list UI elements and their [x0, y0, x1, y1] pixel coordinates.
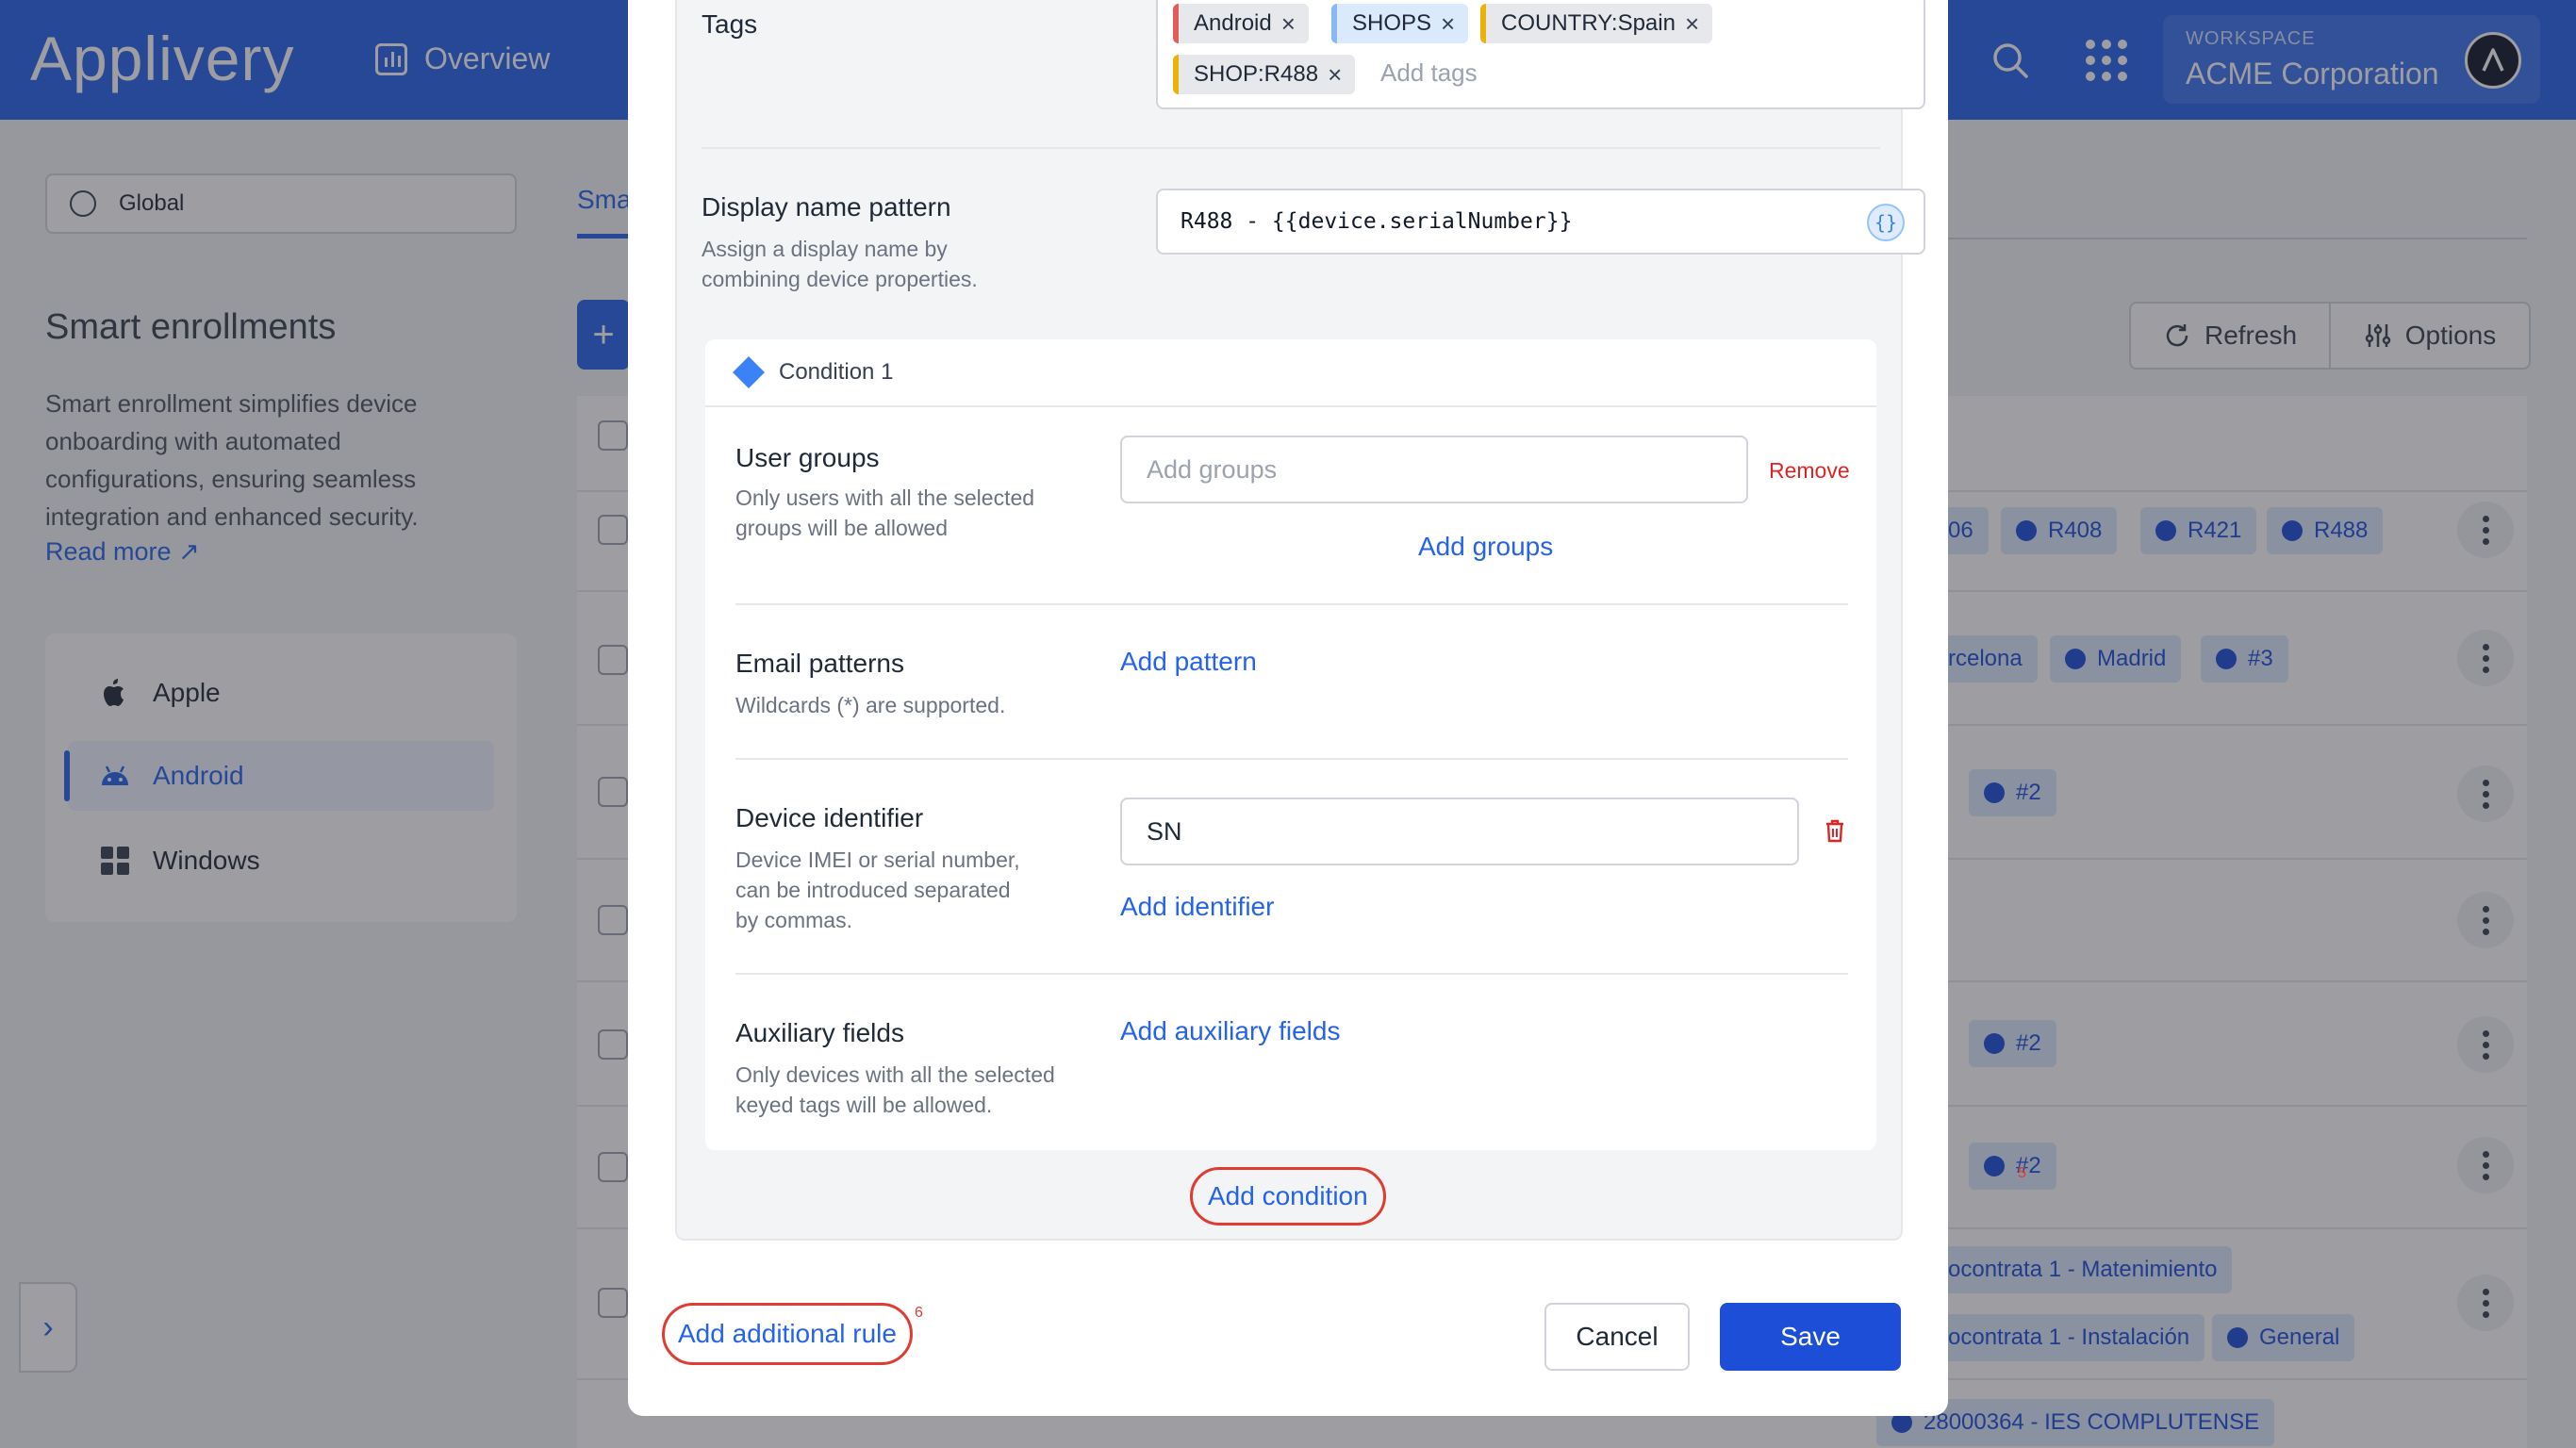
email-patterns-label: Email patterns	[735, 649, 904, 678]
tags-label: Tags	[702, 9, 758, 39]
trash-icon[interactable]	[1824, 818, 1846, 843]
add-auxiliary-fields-button[interactable]: Add auxiliary fields	[1120, 1016, 1340, 1046]
user-groups-placeholder: Add groups	[1147, 454, 1278, 484]
enrollment-rule-modal: Tags Android × SHOPS × COUNTRY:Spain × SHOP…	[628, 0, 2026, 1416]
device-identifier-value: SN	[1147, 816, 1182, 846]
device-identifier-help: Device IMEI or serial number, can be int…	[735, 847, 1020, 932]
email-patterns-help: Wildcards (*) are supported.	[735, 693, 1006, 717]
condition-card: Condition 1 User groups Only users with …	[705, 339, 1876, 1150]
step-badge: 5	[2018, 1165, 2026, 1181]
tags-placeholder[interactable]: Add tags	[1380, 58, 1478, 88]
add-pattern-button[interactable]: Add pattern	[1120, 647, 1257, 677]
user-groups-label: User groups	[735, 443, 880, 472]
close-icon[interactable]: ×	[1685, 9, 1699, 39]
divider	[735, 603, 1848, 605]
tag-label: COUNTRY:Spain	[1501, 10, 1676, 36]
user-groups-help: Only users with all the selected groups …	[735, 485, 1035, 540]
braces-icon: {}	[1874, 211, 1898, 234]
close-icon[interactable]: ×	[1441, 9, 1455, 39]
variables-button[interactable]: {}	[1867, 204, 1905, 241]
display-name-value: R488 - {{device.serialNumber}}	[1181, 209, 1573, 234]
user-groups-input[interactable]: Add groups	[1120, 436, 1748, 503]
close-icon[interactable]: ×	[1328, 60, 1342, 90]
tag-chip: SHOP:R488 ×	[1173, 55, 1356, 94]
tag-label: Android	[1194, 10, 1272, 36]
rule-section: Tags Android × SHOPS × COUNTRY:Spain × SHOP…	[675, 0, 2026, 1241]
divider	[702, 147, 1880, 149]
add-condition-button[interactable]: Add condition	[1190, 1167, 1386, 1226]
divider	[735, 973, 1848, 975]
diamond-icon	[733, 356, 765, 388]
add-groups-button[interactable]: Add groups	[1418, 532, 1553, 562]
tags-input[interactable]: Android × SHOPS × COUNTRY:Spain × SHOP:R488…	[1156, 0, 1925, 109]
tag-chip: COUNTRY:Spain ×	[1480, 4, 1713, 43]
device-identifier-input[interactable]: SN	[1120, 798, 1799, 865]
tag-chip: SHOPS ×	[1331, 4, 1469, 43]
tag-label: SHOP:R488	[1194, 61, 1319, 87]
divider	[735, 758, 1848, 760]
tag-chip: Android ×	[1173, 4, 1309, 43]
step-badge: 6	[915, 1305, 923, 1321]
device-identifier-label: Device identifier	[735, 803, 924, 832]
condition-title: Condition 1	[779, 359, 894, 385]
auxiliary-fields-label: Auxiliary fields	[735, 1018, 904, 1047]
display-name-help: Assign a display name by combining devic…	[702, 237, 978, 291]
cancel-button[interactable]: Cancel	[1544, 1303, 1690, 1371]
tag-label: SHOPS	[1352, 10, 1432, 36]
save-button[interactable]: Save	[1720, 1303, 1901, 1371]
close-icon[interactable]: ×	[1281, 9, 1296, 39]
display-name-input[interactable]: R488 - {{device.serialNumber}} {}	[1156, 189, 1925, 255]
condition-header: Condition 1	[705, 339, 1876, 407]
auxiliary-fields-help: Only devices with all the selected keyed…	[735, 1062, 1055, 1117]
add-additional-rule-button[interactable]: Add additional rule	[662, 1303, 913, 1365]
add-identifier-button[interactable]: Add identifier	[1120, 892, 1274, 922]
display-name-label: Display name pattern	[702, 192, 951, 222]
remove-condition-button[interactable]: Remove	[1769, 458, 1850, 484]
